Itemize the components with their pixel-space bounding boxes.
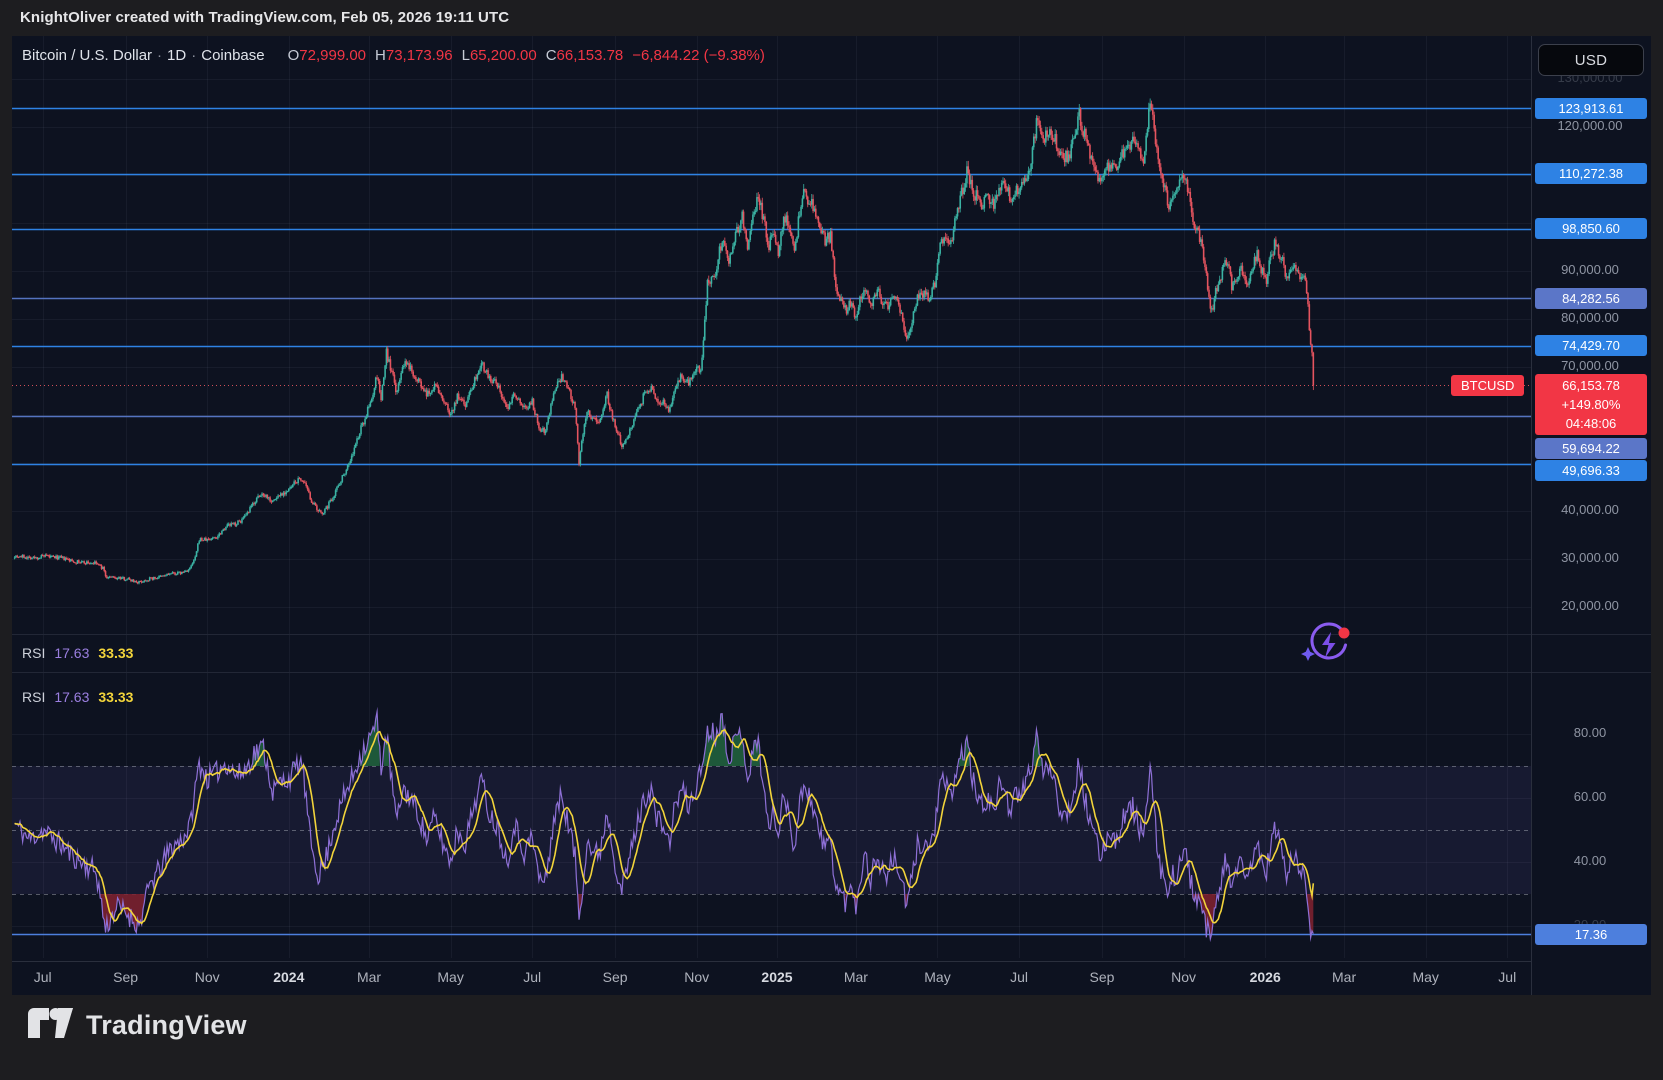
time-axis-label: Nov: [1171, 969, 1196, 985]
rsi-label: RSI: [22, 689, 45, 705]
ohlc-value: 72,999.00: [299, 47, 366, 64]
time-axis-label: May: [437, 969, 463, 985]
rsi-axis-label: 40.00: [1532, 853, 1648, 868]
rsi-axis-label: 80.00: [1532, 725, 1648, 740]
time-axis-label: May: [924, 969, 950, 985]
price-level-label: 49,696.33: [1535, 460, 1647, 481]
tradingview-logo[interactable]: TradingView: [28, 1008, 247, 1042]
rsi-ma-value: 33.33: [98, 645, 133, 661]
pane-divider[interactable]: [12, 634, 1651, 635]
price-level-label: 84,282.56: [1535, 288, 1647, 309]
attribution-bar: KnightOliver created with TradingView.co…: [20, 9, 509, 26]
pane-divider[interactable]: [12, 672, 1651, 673]
price-level-label: 74,429.70: [1535, 335, 1647, 356]
chart-widget: Bitcoin / U.S. Dollar·1D·CoinbaseO72,999…: [12, 36, 1651, 995]
price-level-label: 98,850.60: [1535, 218, 1647, 239]
last-price-label: 66,153.78 +149.80% 04:48:06: [1535, 374, 1647, 435]
time-axis-label: Sep: [113, 969, 138, 985]
time-axis-label: Mar: [844, 969, 868, 985]
ohlc-letter: L: [462, 47, 470, 64]
price-level-label: 110,272.38: [1535, 163, 1647, 184]
last-price-change-pct: +149.80%: [1535, 395, 1647, 414]
currency-toggle-button[interactable]: USD: [1538, 44, 1644, 76]
ohlc-values: O72,999.00 H73,173.96 L65,200.00 C66,153.78: [279, 47, 624, 64]
price-axis-label: 20,000.00: [1532, 598, 1648, 613]
time-axis[interactable]: Jul Sep Nov 2024 Mar May Jul Sep Nov 2025 Mar May Ju…: [12, 961, 1531, 996]
rsi-value: 17.63: [54, 645, 89, 661]
price-axis-label: 80,000.00: [1532, 310, 1648, 325]
symbol-header: Bitcoin / U.S. Dollar·1D·CoinbaseO72,999…: [22, 47, 765, 64]
rsi-legend[interactable]: RSI 17.63 33.33: [22, 689, 133, 705]
time-axis-label: Sep: [603, 969, 628, 985]
price-axis-label: 70,000.00: [1532, 358, 1648, 373]
time-axis-label: May: [1412, 969, 1438, 985]
rsi-value: 17.63: [54, 689, 89, 705]
ohlc-value: 65,200.00: [470, 47, 537, 64]
tradingview-logo-text: TradingView: [86, 1010, 247, 1041]
time-axis-label: Jul: [34, 969, 52, 985]
time-axis-label: 2026: [1250, 969, 1281, 985]
boost-dot-icon: [1339, 628, 1350, 639]
price-axis-label: 30,000.00: [1532, 550, 1648, 565]
price-level-label: 123,913.61: [1535, 98, 1647, 119]
time-axis-label: Sep: [1090, 969, 1115, 985]
ohlc-letter: C: [546, 47, 557, 64]
ohlc-value: 66,153.78: [557, 47, 624, 64]
symbol-price-tag[interactable]: BTCUSD: [1451, 375, 1524, 396]
price-axis-label: 90,000.00: [1532, 262, 1648, 277]
exchange-label[interactable]: Coinbase: [201, 47, 264, 64]
time-axis-label: 2025: [761, 969, 792, 985]
ohlc-letter: H: [375, 47, 386, 64]
last-price: 66,153.78: [1535, 376, 1647, 395]
time-axis-label: Mar: [357, 969, 381, 985]
time-axis-label: 2024: [273, 969, 304, 985]
price-chart-canvas[interactable]: [12, 36, 1531, 634]
price-axis-label: 120,000.00: [1532, 118, 1648, 133]
time-axis-label: Jul: [1498, 969, 1516, 985]
rsi-label: RSI: [22, 645, 45, 661]
time-axis-label: Nov: [684, 969, 709, 985]
symbol-title[interactable]: Bitcoin / U.S. Dollar: [22, 47, 152, 64]
ohlc-value: 73,173.96: [386, 47, 453, 64]
rsi-level-label: 17.36: [1535, 924, 1647, 945]
price-level-label: 59,694.22: [1535, 438, 1647, 459]
bar-countdown: 04:48:06: [1535, 414, 1647, 433]
rsi-axis-label: 60.00: [1532, 789, 1648, 804]
rsi-chart-canvas[interactable]: [12, 634, 1531, 958]
boost-icon[interactable]: [1298, 620, 1358, 672]
tradingview-logo-icon: [28, 1008, 74, 1042]
price-axis-label: 40,000.00: [1532, 502, 1648, 517]
lightning-icon: [1322, 632, 1336, 658]
ohlc-letter: O: [288, 47, 300, 64]
price-axis[interactable]: 66,153.78 +149.80% 04:48:06 130,000.0012…: [1531, 36, 1652, 995]
time-axis-label: Mar: [1332, 969, 1356, 985]
time-axis-label: Nov: [195, 969, 220, 985]
separator: ·: [152, 47, 167, 64]
interval-label[interactable]: 1D: [167, 47, 186, 64]
time-axis-label: Jul: [1010, 969, 1028, 985]
rsi-legend-collapsed[interactable]: RSI 17.63 33.33: [22, 645, 133, 661]
time-axis-label: Jul: [523, 969, 541, 985]
screenshot-root: KnightOliver created with TradingView.co…: [0, 0, 1663, 1080]
separator: ·: [186, 47, 201, 64]
change-label: −6,844.22 (−9.38%): [632, 47, 765, 64]
rsi-ma-value: 33.33: [98, 689, 133, 705]
